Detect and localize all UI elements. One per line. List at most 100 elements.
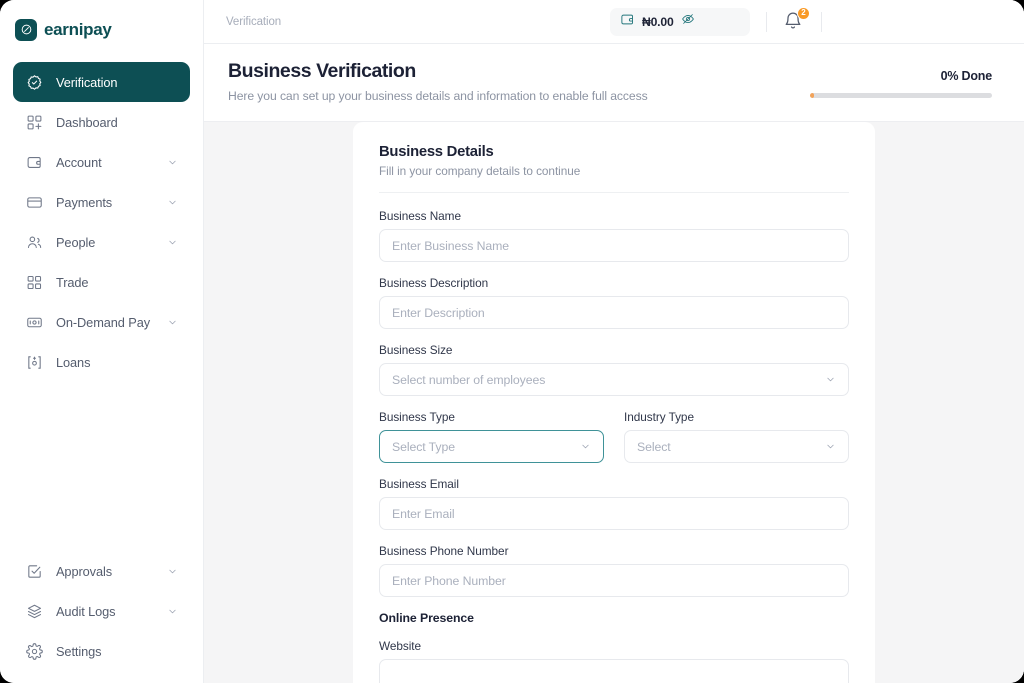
chevron-down-icon[interactable] (166, 605, 178, 617)
sidebar-item-dashboard[interactable]: Dashboard (13, 102, 190, 142)
business-type-select[interactable]: Select Type (379, 430, 604, 463)
business-email-input[interactable]: Enter Email (379, 497, 849, 530)
card-subtitle: Fill in your company details to continue (379, 164, 581, 178)
input-placeholder: Enter Email (392, 506, 455, 521)
sidebar-nav-secondary: Approvals Audit Logs Settings (0, 551, 203, 683)
field-label: Industry Type (624, 410, 694, 424)
website-input[interactable] (379, 659, 849, 683)
chevron-down-icon[interactable] (166, 565, 178, 577)
sidebar-item-verification[interactable]: Verification (13, 62, 190, 102)
sidebar-item-label: Settings (56, 643, 102, 659)
topbar-divider (821, 11, 822, 32)
chevron-down-icon (824, 374, 836, 386)
field-label: Business Phone Number (379, 544, 509, 558)
card-divider (379, 192, 849, 193)
page-header: Business Verification Here you can set u… (204, 44, 1024, 122)
online-presence-title: Online Presence (379, 611, 474, 625)
business-size-select[interactable]: Select number of employees (379, 363, 849, 396)
select-placeholder: Select (637, 439, 671, 454)
verification-progress: 0% Done (810, 60, 992, 98)
sidebar-item-payments[interactable]: Payments (13, 182, 190, 222)
trade-blocks-icon (25, 273, 43, 291)
business-name-input[interactable]: Enter Business Name (379, 229, 849, 262)
field-label: Business Name (379, 209, 461, 223)
main-area: Verification ₦0.00 2 Business Verificati… (204, 0, 1024, 683)
wallet-amount: ₦0.00 (642, 14, 674, 29)
sidebar-item-label: Account (56, 154, 102, 170)
field-website: Website (379, 639, 849, 683)
loan-icon (25, 353, 43, 371)
chevron-down-icon (824, 441, 836, 453)
page-header-text: Business Verification Here you can set u… (228, 60, 648, 103)
input-placeholder: Enter Phone Number (392, 573, 506, 588)
sidebar-item-label: Verification (56, 74, 118, 90)
sidebar-item-label: Approvals (56, 563, 113, 579)
topbar-divider (766, 11, 767, 32)
sidebar-item-settings[interactable]: Settings (13, 631, 190, 671)
field-label: Business Size (379, 343, 453, 357)
card-title: Business Details (379, 144, 494, 160)
wallet-icon (25, 153, 43, 171)
field-label: Business Email (379, 477, 459, 491)
sidebar-item-label: Payments (56, 194, 113, 210)
badge-check-icon (25, 73, 43, 91)
sidebar-item-label: People (56, 234, 96, 250)
credit-card-icon (25, 193, 43, 211)
content-area: Business Details Fill in your company de… (204, 122, 1024, 683)
chevron-down-icon[interactable] (166, 196, 178, 208)
notification-count-badge: 2 (797, 6, 810, 20)
sidebar-item-loans[interactable]: Loans (13, 342, 190, 382)
field-business-size: Business Size Select number of employees (379, 343, 849, 396)
eye-off-icon[interactable] (681, 12, 695, 31)
sidebar-item-label: Trade (56, 274, 89, 290)
industry-type-select[interactable]: Select (624, 430, 849, 463)
layers-icon (25, 602, 43, 620)
topbar: Verification ₦0.00 2 (204, 0, 1024, 44)
select-placeholder: Select number of employees (392, 372, 546, 387)
business-description-input[interactable]: Enter Description (379, 296, 849, 329)
sidebar-item-label: Dashboard (56, 114, 118, 130)
field-industry-type: Industry Type Select (624, 410, 849, 463)
field-business-email: Business Email Enter Email (379, 477, 849, 530)
sidebar-item-account[interactable]: Account (13, 142, 190, 182)
sidebar-item-trade[interactable]: Trade (13, 262, 190, 302)
brand-logo[interactable]: earnipay (0, 0, 203, 59)
topbar-actions: ₦0.00 2 (610, 6, 1006, 36)
select-placeholder: Select Type (392, 439, 455, 454)
wallet-icon (620, 12, 635, 32)
brand-name: earnipay (44, 19, 112, 39)
type-row: Business Type Select Type Industry Type … (379, 410, 849, 477)
chevron-down-icon[interactable] (166, 156, 178, 168)
input-placeholder: Enter Business Name (392, 238, 510, 253)
field-business-name: Business Name Enter Business Name (379, 209, 849, 262)
dashboard-grid-icon (25, 113, 43, 131)
page-subtitle: Here you can set up your business detail… (228, 89, 648, 103)
sidebar-nav-primary: Verification Dashboard Account Payments … (0, 59, 203, 382)
progress-fill (810, 93, 814, 98)
sidebar-item-people[interactable]: People (13, 222, 190, 262)
field-label: Business Type (379, 410, 455, 424)
input-placeholder: Enter Description (392, 305, 485, 320)
wallet-balance-pill[interactable]: ₦0.00 (610, 7, 750, 36)
sidebar-item-on-demand-pay[interactable]: On-Demand Pay (13, 302, 190, 342)
sidebar-item-audit-logs[interactable]: Audit Logs (13, 591, 190, 631)
earnipay-mark-icon (15, 18, 37, 41)
progress-track (810, 93, 992, 98)
chevron-down-icon (579, 441, 591, 453)
field-label: Business Description (379, 276, 489, 290)
sidebar-item-approvals[interactable]: Approvals (13, 551, 190, 591)
people-icon (25, 233, 43, 251)
business-details-card: Business Details Fill in your company de… (353, 122, 875, 683)
field-business-description: Business Description Enter Description (379, 276, 849, 329)
chevron-down-icon[interactable] (166, 316, 178, 328)
app-window: earnipay Verification Dashboard Account … (0, 0, 1024, 683)
gear-icon (25, 642, 43, 660)
sidebar-item-label: Loans (56, 354, 91, 370)
business-phone-input[interactable]: Enter Phone Number (379, 564, 849, 597)
notifications-button[interactable]: 2 (783, 6, 810, 33)
chevron-down-icon[interactable] (166, 236, 178, 248)
banknote-icon (25, 313, 43, 331)
field-business-phone: Business Phone Number Enter Phone Number (379, 544, 849, 597)
field-label: Website (379, 639, 422, 653)
progress-label: 0% Done (940, 69, 993, 83)
